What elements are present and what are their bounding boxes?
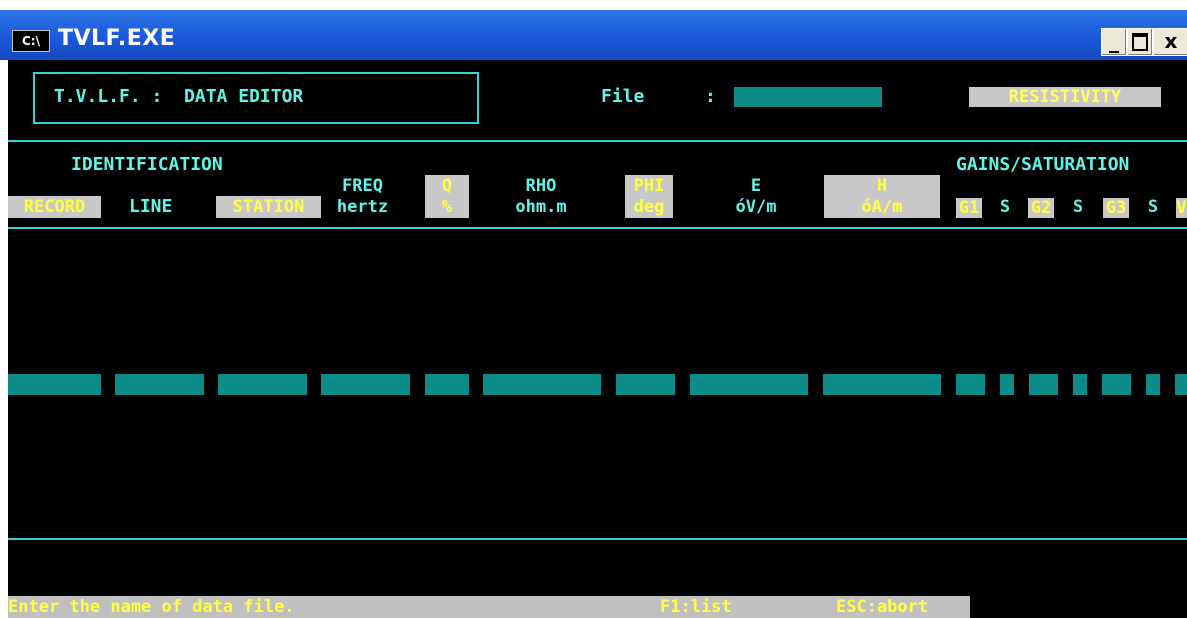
g4-field[interactable] (1175, 374, 1187, 395)
h-field[interactable] (823, 374, 941, 395)
col-e-top: E (750, 176, 762, 196)
window-title: TVLF.EXE (58, 26, 176, 51)
col-s2: S (1072, 197, 1084, 217)
close-button[interactable]: x (1153, 28, 1187, 56)
col-h-top: H (876, 176, 888, 196)
file-name-input[interactable] (734, 87, 882, 107)
col-g4: V (1176, 198, 1187, 218)
freq-field[interactable] (321, 374, 410, 395)
col-g2: G2 (1030, 198, 1052, 218)
f1-list-hint[interactable]: F1:list (660, 596, 732, 618)
file-label: File (601, 86, 645, 107)
phi-field[interactable] (616, 374, 675, 395)
col-g1: G1 (958, 198, 980, 218)
col-g3: G3 (1105, 198, 1127, 218)
station-field[interactable] (218, 374, 307, 395)
app-title: T.V.L.F. : DATA EDITOR (54, 86, 304, 107)
col-phi-unit: deg (633, 197, 665, 217)
col-record: RECORD (23, 197, 86, 217)
s3-field[interactable] (1146, 374, 1160, 395)
col-s3: S (1147, 197, 1159, 217)
q-field[interactable] (425, 374, 469, 395)
status-bar: Enter the name of data file. F1:list ESC… (8, 596, 970, 618)
footer-divider (8, 538, 1187, 540)
maximize-icon (1132, 33, 1148, 51)
file-colon: : (705, 86, 716, 107)
g1-field[interactable] (956, 374, 985, 395)
col-q-top: Q (441, 176, 453, 196)
col-h-unit: óA/m (861, 197, 903, 217)
col-freq-top: FREQ (342, 176, 383, 196)
console-screen: T.V.L.F. : DATA EDITOR File : RESISTIVIT… (8, 60, 1187, 618)
esc-abort-hint[interactable]: ESC:abort (836, 596, 928, 618)
minimize-button[interactable]: _ (1101, 28, 1127, 56)
col-freq-unit: hertz (336, 197, 389, 217)
header-divider (8, 140, 1187, 142)
col-rho-unit: ohm.m (515, 197, 567, 217)
e-field[interactable] (690, 374, 808, 395)
col-s1: S (999, 197, 1011, 217)
col-station: STATION (232, 197, 305, 217)
identification-heading: IDENTIFICATION (71, 154, 223, 175)
maximize-button[interactable] (1127, 28, 1153, 56)
s2-field[interactable] (1073, 374, 1087, 395)
line-field[interactable] (115, 374, 204, 395)
s1-field[interactable] (1000, 374, 1014, 395)
console-icon[interactable]: C:\ (12, 30, 50, 52)
col-phi-top: PHI (633, 176, 665, 196)
col-line: LINE (129, 196, 173, 217)
mode-label: RESISTIVITY (1008, 87, 1122, 107)
gains-heading: GAINS/SATURATION (956, 154, 1130, 175)
col-q-unit: % (441, 197, 453, 217)
record-field[interactable] (8, 374, 101, 395)
status-prompt: Enter the name of data file. (8, 597, 295, 617)
col-e-unit: óV/m (735, 197, 777, 217)
g3-field[interactable] (1102, 374, 1131, 395)
rho-field[interactable] (483, 374, 601, 395)
g2-field[interactable] (1029, 374, 1058, 395)
col-rho-top: RHO (525, 176, 557, 196)
window-title-bar[interactable]: C:\ TVLF.EXE _ x (0, 10, 1187, 60)
columns-divider (8, 227, 1187, 229)
